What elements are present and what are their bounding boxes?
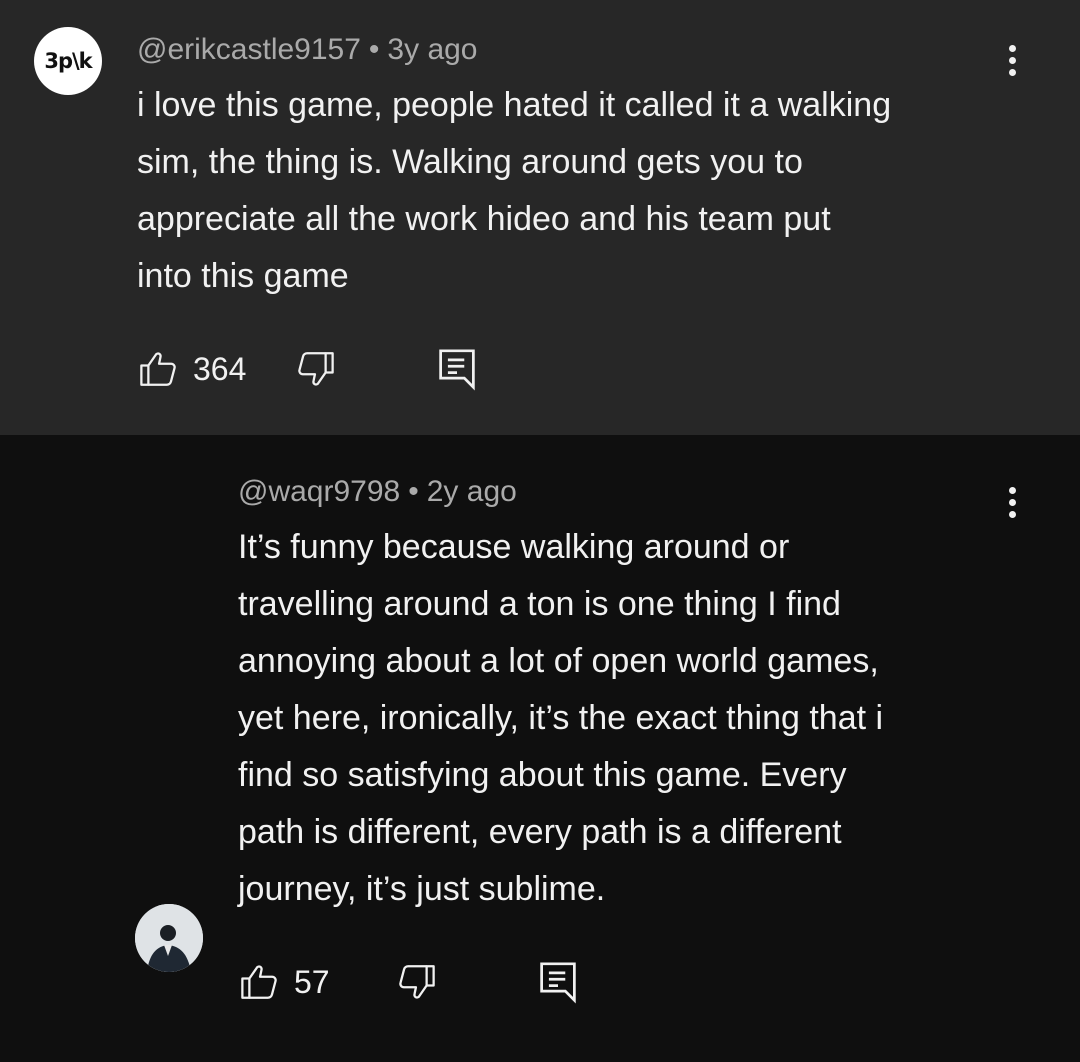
thumbs-down-icon bbox=[399, 965, 435, 999]
like-button[interactable]: 57 bbox=[238, 958, 330, 1006]
avatar[interactable]: 3p\k bbox=[34, 27, 102, 95]
comment-text: i love this game, people hated it called… bbox=[137, 86, 892, 295]
like-button[interactable]: 364 bbox=[137, 345, 246, 393]
like-count: 364 bbox=[193, 350, 247, 387]
thumbs-up-icon bbox=[241, 965, 277, 999]
reply-text: It’s funny because walking around or tra… bbox=[238, 528, 884, 908]
highlighted-comment: 3p\k @erikcastle9157 • 3y ago i love this … bbox=[0, 0, 1080, 435]
dislike-button[interactable] bbox=[295, 345, 337, 393]
thumbs-up-icon bbox=[140, 352, 176, 386]
reply-comment-icon bbox=[439, 349, 475, 391]
meta-separator: • bbox=[408, 475, 419, 508]
reply-button[interactable] bbox=[437, 345, 477, 393]
avatar[interactable] bbox=[135, 904, 203, 972]
meta-separator: • bbox=[368, 33, 380, 66]
reply-meta: @waqr9798 • 2y ago bbox=[238, 475, 517, 509]
comments-screen: 3p\k @erikcastle9157 • 3y ago i love this … bbox=[0, 0, 1080, 1062]
reply-comment: @waqr9798 • 2y ago It’s funny because walk… bbox=[0, 435, 1080, 1062]
avatar-person-image bbox=[135, 904, 203, 972]
comment-meta: @erikcastle9157 • 3y ago bbox=[137, 33, 478, 67]
reply-button[interactable] bbox=[538, 958, 578, 1006]
thumbs-down-icon bbox=[298, 352, 334, 386]
reply-author-handle[interactable]: @waqr9798 bbox=[238, 475, 400, 508]
comment-author-handle[interactable]: @erikcastle9157 bbox=[137, 33, 361, 66]
like-count: 57 bbox=[294, 963, 330, 1000]
avatar-logo: 3p\k bbox=[44, 49, 92, 73]
reply-comment-icon bbox=[540, 962, 576, 1004]
reply-timestamp[interactable]: 2y ago bbox=[427, 475, 517, 508]
dislike-button[interactable] bbox=[396, 958, 438, 1006]
more-vert-icon[interactable] bbox=[997, 480, 1027, 524]
more-vert-icon[interactable] bbox=[997, 38, 1027, 82]
comment-timestamp[interactable]: 3y ago bbox=[387, 33, 477, 66]
